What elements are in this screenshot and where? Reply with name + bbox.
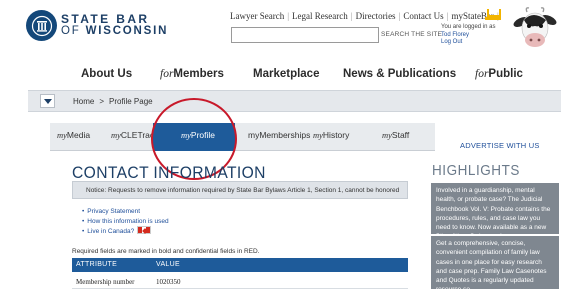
nav-for-members[interactable]: forMembers — [160, 68, 224, 80]
highlight-promo-family-law[interactable]: Get a comprehensive, concise, convenient… — [431, 236, 559, 289]
logo-wordmark-line2: OF WISCONSIN — [61, 25, 168, 37]
tab-label: Media — [66, 130, 91, 140]
table-header: ATTRIBUTE VALUE — [72, 258, 408, 272]
nav-for-public[interactable]: forPublic — [475, 68, 523, 80]
logo-wordmark-line1: STATE BAR — [61, 12, 150, 26]
list-item: • Live in Canada? — [82, 226, 169, 237]
cell-value: 1020350 — [156, 278, 181, 286]
logout-link[interactable]: Log Out — [441, 39, 496, 47]
tab-label: Staff — [391, 130, 410, 140]
contact-us-link[interactable]: Contact Us — [403, 11, 443, 21]
login-status: You are logged in as Tod Florey Log Out — [441, 24, 496, 47]
advertise-link[interactable]: ADVERTISE WITH US — [460, 141, 540, 150]
info-links: • Privacy Statement • How this information… — [82, 207, 169, 237]
nav-marketplace[interactable]: Marketplace — [253, 68, 319, 80]
tab-label: myMemberships — [248, 130, 311, 140]
pillar-seal-icon — [31, 15, 52, 36]
profile-tabs — [50, 123, 435, 151]
nav-about-us[interactable]: About Us — [81, 68, 132, 80]
search-site-button[interactable]: SEARCH THE SITE — [381, 31, 442, 38]
canada-flag-icon — [137, 226, 152, 234]
tab-my-history[interactable]: myHistory — [313, 130, 349, 140]
live-in-canada-link[interactable]: Live in Canada? — [87, 228, 134, 235]
privacy-statement-link[interactable]: Privacy Statement — [87, 208, 140, 215]
tab-prefix: my — [313, 130, 323, 140]
state-bar-logo[interactable] — [26, 10, 57, 41]
breadcrumb-separator: > — [99, 97, 105, 106]
breadcrumb-home[interactable]: Home — [73, 97, 94, 106]
logo-state: WISCONSIN — [85, 25, 169, 37]
main-navigation: About Us forMembers Marketplace News & P… — [0, 68, 561, 82]
lawyer-search-link[interactable]: Lawyer Search — [230, 11, 284, 21]
site-search-input[interactable] — [231, 27, 379, 43]
removal-notice: Notice: Requests to remove information r… — [72, 181, 408, 199]
table-row: Membership number 1020350 — [72, 274, 408, 289]
nav-for-members-prefix: for — [160, 68, 174, 80]
legal-research-link[interactable]: Legal Research — [292, 11, 348, 21]
directories-link[interactable]: Directories — [356, 11, 396, 21]
nav-news-publications[interactable]: News & Publications — [343, 68, 456, 80]
tab-my-media[interactable]: myMedia — [57, 130, 90, 140]
page-title: CONTACT INFORMATION — [72, 163, 266, 182]
tab-prefix: my — [382, 130, 392, 140]
cow-icon — [513, 7, 557, 47]
utility-links: Lawyer Search | Legal Research | Directories… — [230, 11, 499, 21]
nav-members-label: Members — [173, 68, 224, 80]
nav-for-public-prefix: for — [475, 68, 489, 80]
tab-my-staff[interactable]: myStaff — [382, 130, 409, 140]
tab-prefix: my — [57, 130, 67, 140]
how-info-used-link[interactable]: How this information is used — [87, 218, 168, 225]
list-item: • Privacy Statement — [82, 208, 141, 215]
breadcrumb-current: Profile Page — [109, 97, 153, 106]
login-status-text: You are logged in as — [441, 24, 496, 30]
column-header-value: VALUE — [156, 261, 180, 268]
column-header-attribute: ATTRIBUTE — [76, 261, 118, 268]
logged-in-user[interactable]: Tod Florey — [441, 32, 496, 40]
tab-label: History — [322, 130, 350, 140]
cell-attribute: Membership number — [76, 278, 135, 286]
highlight-promo-probate[interactable]: Involved in a guardianship, mental healt… — [431, 183, 559, 234]
tab-my-memberships[interactable]: myMemberships — [248, 130, 310, 140]
shopping-cart-icon[interactable] — [485, 7, 503, 23]
breadcrumb: Home > Profile Page — [73, 97, 153, 106]
logo-prefix: OF — [61, 25, 86, 37]
nav-public-label: Public — [488, 68, 523, 80]
tab-prefix: my — [111, 130, 121, 140]
list-item: • How this information is used — [82, 217, 169, 225]
highlights-heading: HIGHLIGHTS — [432, 162, 520, 179]
required-fields-note: Required fields are marked in bold and c… — [72, 248, 260, 255]
chevron-down-icon[interactable] — [40, 94, 55, 108]
